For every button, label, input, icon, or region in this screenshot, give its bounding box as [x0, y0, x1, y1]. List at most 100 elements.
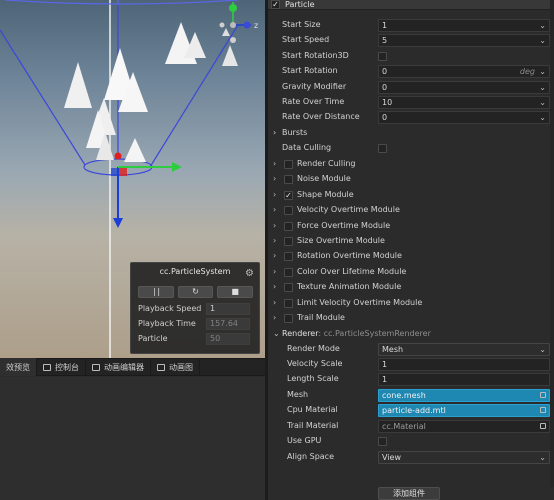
tab-preview[interactable]: 效预览: [0, 358, 37, 376]
prop-trail-material: Trail Material cc.Material: [268, 419, 554, 434]
particle-component-header[interactable]: ✓ Particle: [268, 0, 554, 10]
start-rotation-input[interactable]: 0 deg ⌄: [378, 65, 550, 78]
panel-title: cc.ParticleSystem ⚙: [131, 263, 259, 281]
module-trail[interactable]: › Trail Module: [268, 311, 554, 326]
inspector-scrollbar[interactable]: [550, 0, 554, 487]
module-checkbox[interactable]: [284, 283, 293, 292]
tab-preview-label: 效预览: [6, 362, 30, 372]
chevron-down-icon[interactable]: ⌄: [539, 97, 546, 108]
start-size-input[interactable]: 1 ⌄: [378, 19, 550, 32]
chevron-down-icon[interactable]: ⌄: [539, 452, 546, 463]
cpu-material-asset-field[interactable]: particle-add.mtl: [378, 404, 550, 417]
chevron-down-icon[interactable]: ⌄: [539, 344, 546, 355]
length-scale-label: Length Scale: [287, 374, 339, 383]
module-checkbox[interactable]: [284, 314, 293, 323]
module-size-overtime[interactable]: › Size Overtime Module: [268, 234, 554, 249]
tab-animation-editor[interactable]: 动画编辑器: [86, 358, 151, 376]
chevron-down-icon[interactable]: ⌄: [539, 20, 546, 31]
console-icon: [43, 363, 51, 371]
align-space-select[interactable]: View ⌄: [378, 451, 550, 464]
chevron-right-icon[interactable]: ›: [273, 174, 276, 183]
component-title: Particle: [285, 0, 315, 9]
length-scale-value: 1: [382, 375, 388, 384]
start-speed-value: 5: [382, 36, 388, 45]
rate-over-distance-input[interactable]: 0 ⌄: [378, 111, 550, 124]
start-speed-label: Start Speed: [282, 35, 330, 44]
module-label: Color Over Lifetime Module: [297, 267, 407, 276]
chevron-right-icon[interactable]: ›: [273, 159, 276, 168]
length-scale-input[interactable]: 1: [378, 373, 550, 386]
orientation-gizmo[interactable]: z: [219, 2, 259, 43]
chevron-right-icon[interactable]: ›: [273, 190, 276, 199]
module-checkbox[interactable]: [284, 175, 293, 184]
restart-button[interactable]: ↻: [177, 286, 214, 298]
module-texture-animation[interactable]: › Texture Animation Module: [268, 280, 554, 295]
prop-bursts[interactable]: › Bursts: [268, 126, 554, 141]
module-shape[interactable]: › ✓ Shape Module: [268, 188, 554, 203]
module-color-over-lifetime[interactable]: › Color Over Lifetime Module: [268, 265, 554, 280]
chevron-right-icon[interactable]: ›: [273, 282, 276, 291]
module-checkbox[interactable]: [284, 237, 293, 246]
module-force-overtime[interactable]: › Force Overtime Module: [268, 219, 554, 234]
prop-rate-over-distance: Rate Over Distance 0 ⌄: [268, 110, 554, 125]
velocity-scale-label: Velocity Scale: [287, 359, 343, 368]
chevron-right-icon[interactable]: ›: [273, 128, 276, 137]
module-checkbox[interactable]: [284, 160, 293, 169]
start-rotation3d-checkbox[interactable]: [378, 52, 387, 61]
chevron-down-icon[interactable]: ⌄: [539, 35, 546, 46]
module-velocity-overtime[interactable]: › Velocity Overtime Module: [268, 203, 554, 218]
velocity-scale-input[interactable]: 1: [378, 358, 550, 371]
mesh-asset-field[interactable]: cone.mesh: [378, 389, 550, 402]
module-rotation-overtime[interactable]: › Rotation Overtime Module: [268, 249, 554, 264]
chevron-right-icon[interactable]: ›: [273, 205, 276, 214]
start-speed-input[interactable]: 5 ⌄: [378, 34, 550, 47]
module-noise[interactable]: › Noise Module: [268, 172, 554, 187]
module-checkbox[interactable]: [284, 252, 293, 261]
module-limit-velocity-overtime[interactable]: › Limit Velocity Overtime Module: [268, 296, 554, 311]
prop-start-rotation3d: Start Rotation3D: [268, 49, 554, 64]
module-checkbox[interactable]: [284, 268, 293, 277]
rate-over-time-input[interactable]: 10 ⌄: [378, 96, 550, 109]
tab-animation-graph[interactable]: 动画图: [151, 358, 200, 376]
inspector-panel: ✓ Particle Start Size 1 ⌄ Start Speed 5 ⌄ …: [268, 0, 554, 500]
gear-icon[interactable]: ⚙: [245, 265, 254, 283]
chevron-right-icon[interactable]: ›: [273, 298, 276, 307]
module-checkbox[interactable]: [284, 299, 293, 308]
component-enabled-checkbox[interactable]: ✓: [271, 0, 280, 9]
chevron-right-icon[interactable]: ›: [273, 221, 276, 230]
renderer-section-header[interactable]: ⌄ Renderer: cc.ParticleSystemRenderer: [268, 327, 554, 342]
data-culling-checkbox[interactable]: [378, 144, 387, 153]
chevron-right-icon[interactable]: ›: [273, 236, 276, 245]
trail-material-asset-field[interactable]: cc.Material: [378, 420, 550, 433]
chevron-right-icon[interactable]: ›: [273, 313, 276, 322]
chevron-down-icon[interactable]: ⌄: [273, 329, 280, 338]
module-checkbox[interactable]: [284, 222, 293, 231]
scene-view[interactable]: z cc.ParticleSystem ⚙ | | ↻ ■ Playback S…: [0, 0, 265, 358]
prop-length-scale: Length Scale 1: [268, 372, 554, 387]
chevron-down-icon[interactable]: ⌄: [539, 66, 546, 77]
chevron-right-icon[interactable]: ›: [273, 267, 276, 276]
lock-icon[interactable]: [540, 423, 546, 429]
module-checkbox-checked[interactable]: ✓: [284, 191, 293, 200]
tab-console-label: 控制台: [55, 362, 79, 372]
add-component-button[interactable]: 添加组件: [378, 487, 440, 500]
chevron-right-icon[interactable]: ›: [273, 251, 276, 260]
lock-icon[interactable]: [540, 392, 546, 398]
module-render-culling[interactable]: › Render Culling: [268, 157, 554, 172]
data-culling-label: Data Culling: [282, 143, 332, 152]
gravity-modifier-input[interactable]: 0 ⌄: [378, 81, 550, 94]
chevron-down-icon[interactable]: ⌄: [539, 82, 546, 93]
lock-icon[interactable]: [540, 407, 546, 413]
prop-use-gpu: Use GPU: [268, 434, 554, 449]
trail-material-label: Trail Material: [287, 421, 339, 430]
playback-speed-input[interactable]: 1: [206, 302, 250, 315]
chevron-down-icon[interactable]: ⌄: [539, 112, 546, 123]
prop-render-mode: Render Mode Mesh ⌄: [268, 342, 554, 357]
tab-console[interactable]: 控制台: [37, 358, 86, 376]
start-rotation3d-label: Start Rotation3D: [282, 51, 349, 60]
use-gpu-checkbox[interactable]: [378, 437, 387, 446]
stop-button[interactable]: ■: [217, 286, 254, 298]
module-checkbox[interactable]: [284, 206, 293, 215]
render-mode-select[interactable]: Mesh ⌄: [378, 343, 550, 356]
pause-button[interactable]: | |: [138, 286, 174, 298]
